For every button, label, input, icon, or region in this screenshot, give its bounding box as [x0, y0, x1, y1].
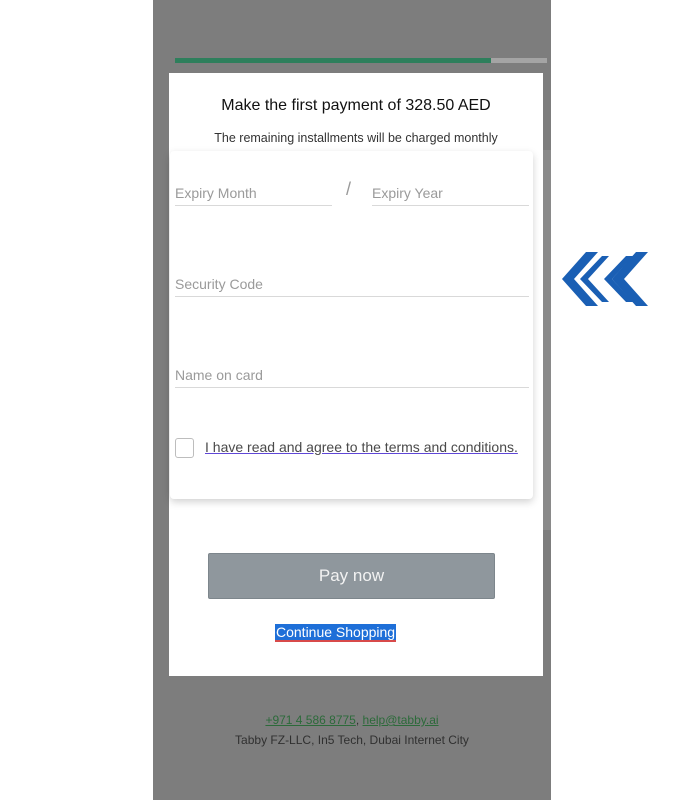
payment-modal: Make the first payment of 328.50 AED The… — [169, 73, 543, 676]
footer-separator: , — [355, 713, 363, 727]
name-on-card-input[interactable] — [175, 363, 529, 387]
footer-company: Tabby FZ-LLC, In5 Tech, Dubai Internet C… — [235, 733, 469, 747]
double-chevron-left-icon — [562, 252, 648, 306]
terms-link[interactable]: I have read and agree to the terms and c… — [205, 437, 525, 457]
security-code-field[interactable] — [175, 272, 529, 297]
page-subtitle: The remaining installments will be charg… — [214, 131, 498, 145]
footer-email-link[interactable]: help@tabby.ai — [363, 713, 439, 727]
continue-shopping-link[interactable]: Continue Shopping — [275, 624, 397, 642]
progress-bar — [175, 58, 547, 63]
card-form: / I have read and agree to the terms and… — [170, 151, 533, 499]
name-on-card-field[interactable] — [175, 363, 529, 388]
footer-phone-link[interactable]: +971 4 586 8775 — [265, 713, 355, 727]
security-code-input[interactable] — [175, 272, 529, 296]
pay-now-button[interactable]: Pay now — [208, 553, 495, 599]
expiry-month-input[interactable] — [175, 181, 332, 205]
expiry-year-field[interactable] — [372, 181, 529, 206]
progress-bar-fill — [175, 58, 492, 63]
expiry-separator: / — [346, 179, 352, 199]
expiry-year-input[interactable] — [372, 181, 529, 205]
expiry-month-field[interactable] — [175, 181, 332, 206]
terms-checkbox[interactable] — [175, 438, 194, 458]
footer: +971 4 586 8775, help@tabby.ai Tabby FZ-… — [153, 710, 551, 750]
page-title: Make the first payment of 328.50 AED — [221, 97, 491, 114]
